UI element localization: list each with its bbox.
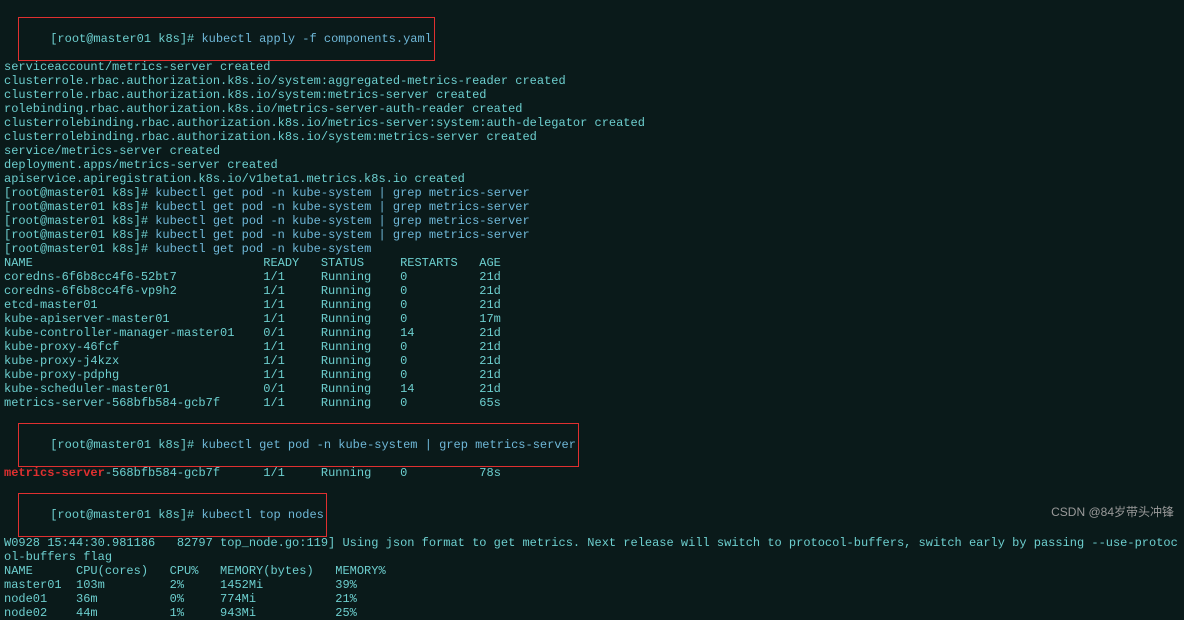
prompt: [root@master01 k8s]# (50, 508, 201, 522)
cmd-grep-line[interactable]: [root@master01 k8s]# kubectl get pod -n … (4, 228, 1180, 242)
cmd-apply-line[interactable]: [root@master01 k8s]# kubectl apply -f co… (4, 4, 1180, 60)
cmd-top: kubectl top nodes (201, 508, 323, 522)
apply-output-line: deployment.apps/metrics-server created (4, 158, 1180, 172)
node-row: node02 44m 1% 943Mi 25% (4, 606, 1180, 620)
apply-output-line: serviceaccount/metrics-server created (4, 60, 1180, 74)
highlight-box-grep: [root@master01 k8s]# kubectl get pod -n … (18, 423, 579, 467)
highlight-box-top: [root@master01 k8s]# kubectl top nodes (18, 493, 326, 537)
cmd-getpod-line[interactable]: [root@master01 k8s]# kubectl get pod -n … (4, 242, 1180, 256)
pod-row: coredns-6f6b8cc4f6-52bt7 1/1 Running 0 2… (4, 270, 1180, 284)
cmd-apply: kubectl apply -f components.yaml (201, 32, 431, 46)
pod-table: NAME READY STATUS RESTARTS AGEcoredns-6f… (4, 256, 1180, 410)
cmd-grep-line[interactable]: [root@master01 k8s]# kubectl get pod -n … (4, 200, 1180, 214)
node-row: master01 103m 2% 1452Mi 39% (4, 578, 1180, 592)
node-header: NAME CPU(cores) CPU% MEMORY(bytes) MEMOR… (4, 564, 1180, 578)
pod-row: kube-controller-manager-master01 0/1 Run… (4, 326, 1180, 340)
apply-output-line: clusterrole.rbac.authorization.k8s.io/sy… (4, 74, 1180, 88)
highlight-box-apply: [root@master01 k8s]# kubectl apply -f co… (18, 17, 434, 61)
pod-row: kube-proxy-pdphg 1/1 Running 0 21d (4, 368, 1180, 382)
prompt: [root@master01 k8s]# (50, 32, 201, 46)
cmd-grep-line[interactable]: [root@master01 k8s]# kubectl get pod -n … (4, 214, 1180, 228)
cmd-top-line[interactable]: [root@master01 k8s]# kubectl top nodes (4, 480, 1180, 536)
apply-output-line: rolebinding.rbac.authorization.k8s.io/me… (4, 102, 1180, 116)
pod-row: kube-scheduler-master01 0/1 Running 14 2… (4, 382, 1180, 396)
pod-row: metrics-server-568bfb584-gcb7f 1/1 Runni… (4, 396, 1180, 410)
grep-match: metrics-server (4, 466, 105, 480)
cmd-grep: kubectl get pod -n kube-system | grep me… (155, 186, 529, 200)
apply-output-line: service/metrics-server created (4, 144, 1180, 158)
cmd-grep: kubectl get pod -n kube-system | grep me… (155, 228, 529, 242)
node-row: node01 36m 0% 774Mi 21% (4, 592, 1180, 606)
prompt: [root@master01 k8s]# (4, 214, 155, 228)
cmd-grep-hl: kubectl get pod -n kube-system | grep me… (201, 438, 575, 452)
pod-row: coredns-6f6b8cc4f6-vp9h2 1/1 Running 0 2… (4, 284, 1180, 298)
cmd-grep: kubectl get pod -n kube-system | grep me… (155, 200, 529, 214)
prompt: [root@master01 k8s]# (50, 438, 201, 452)
apply-output-line: apiservice.apiregistration.k8s.io/v1beta… (4, 172, 1180, 186)
pod-row: kube-proxy-46fcf 1/1 Running 0 21d (4, 340, 1180, 354)
node-table: NAME CPU(cores) CPU% MEMORY(bytes) MEMOR… (4, 564, 1180, 620)
prompt: [root@master01 k8s]# (4, 228, 155, 242)
cmd-grep-line-hl[interactable]: [root@master01 k8s]# kubectl get pod -n … (4, 410, 1180, 466)
pod-header: NAME READY STATUS RESTARTS AGE (4, 256, 1180, 270)
pod-row: kube-proxy-j4kzx 1/1 Running 0 21d (4, 354, 1180, 368)
top-warning: W0928 15:44:30.981186 82797 top_node.go:… (4, 536, 1180, 564)
watermark: CSDN @84岁带头冲锋 (1051, 505, 1174, 519)
pod-row: etcd-master01 1/1 Running 0 21d (4, 298, 1180, 312)
grep-result-row: metrics-server-568bfb584-gcb7f 1/1 Runni… (4, 466, 1180, 480)
cmd-grep-line[interactable]: [root@master01 k8s]# kubectl get pod -n … (4, 186, 1180, 200)
cmd-getpod: kubectl get pod -n kube-system (155, 242, 371, 256)
cmd-grep: kubectl get pod -n kube-system | grep me… (155, 214, 529, 228)
prompt: [root@master01 k8s]# (4, 242, 155, 256)
apply-output-line: clusterrolebinding.rbac.authorization.k8… (4, 116, 1180, 130)
pod-row: kube-apiserver-master01 1/1 Running 0 17… (4, 312, 1180, 326)
apply-output-line: clusterrole.rbac.authorization.k8s.io/sy… (4, 88, 1180, 102)
prompt: [root@master01 k8s]# (4, 200, 155, 214)
prompt: [root@master01 k8s]# (4, 186, 155, 200)
apply-output-line: clusterrolebinding.rbac.authorization.k8… (4, 130, 1180, 144)
